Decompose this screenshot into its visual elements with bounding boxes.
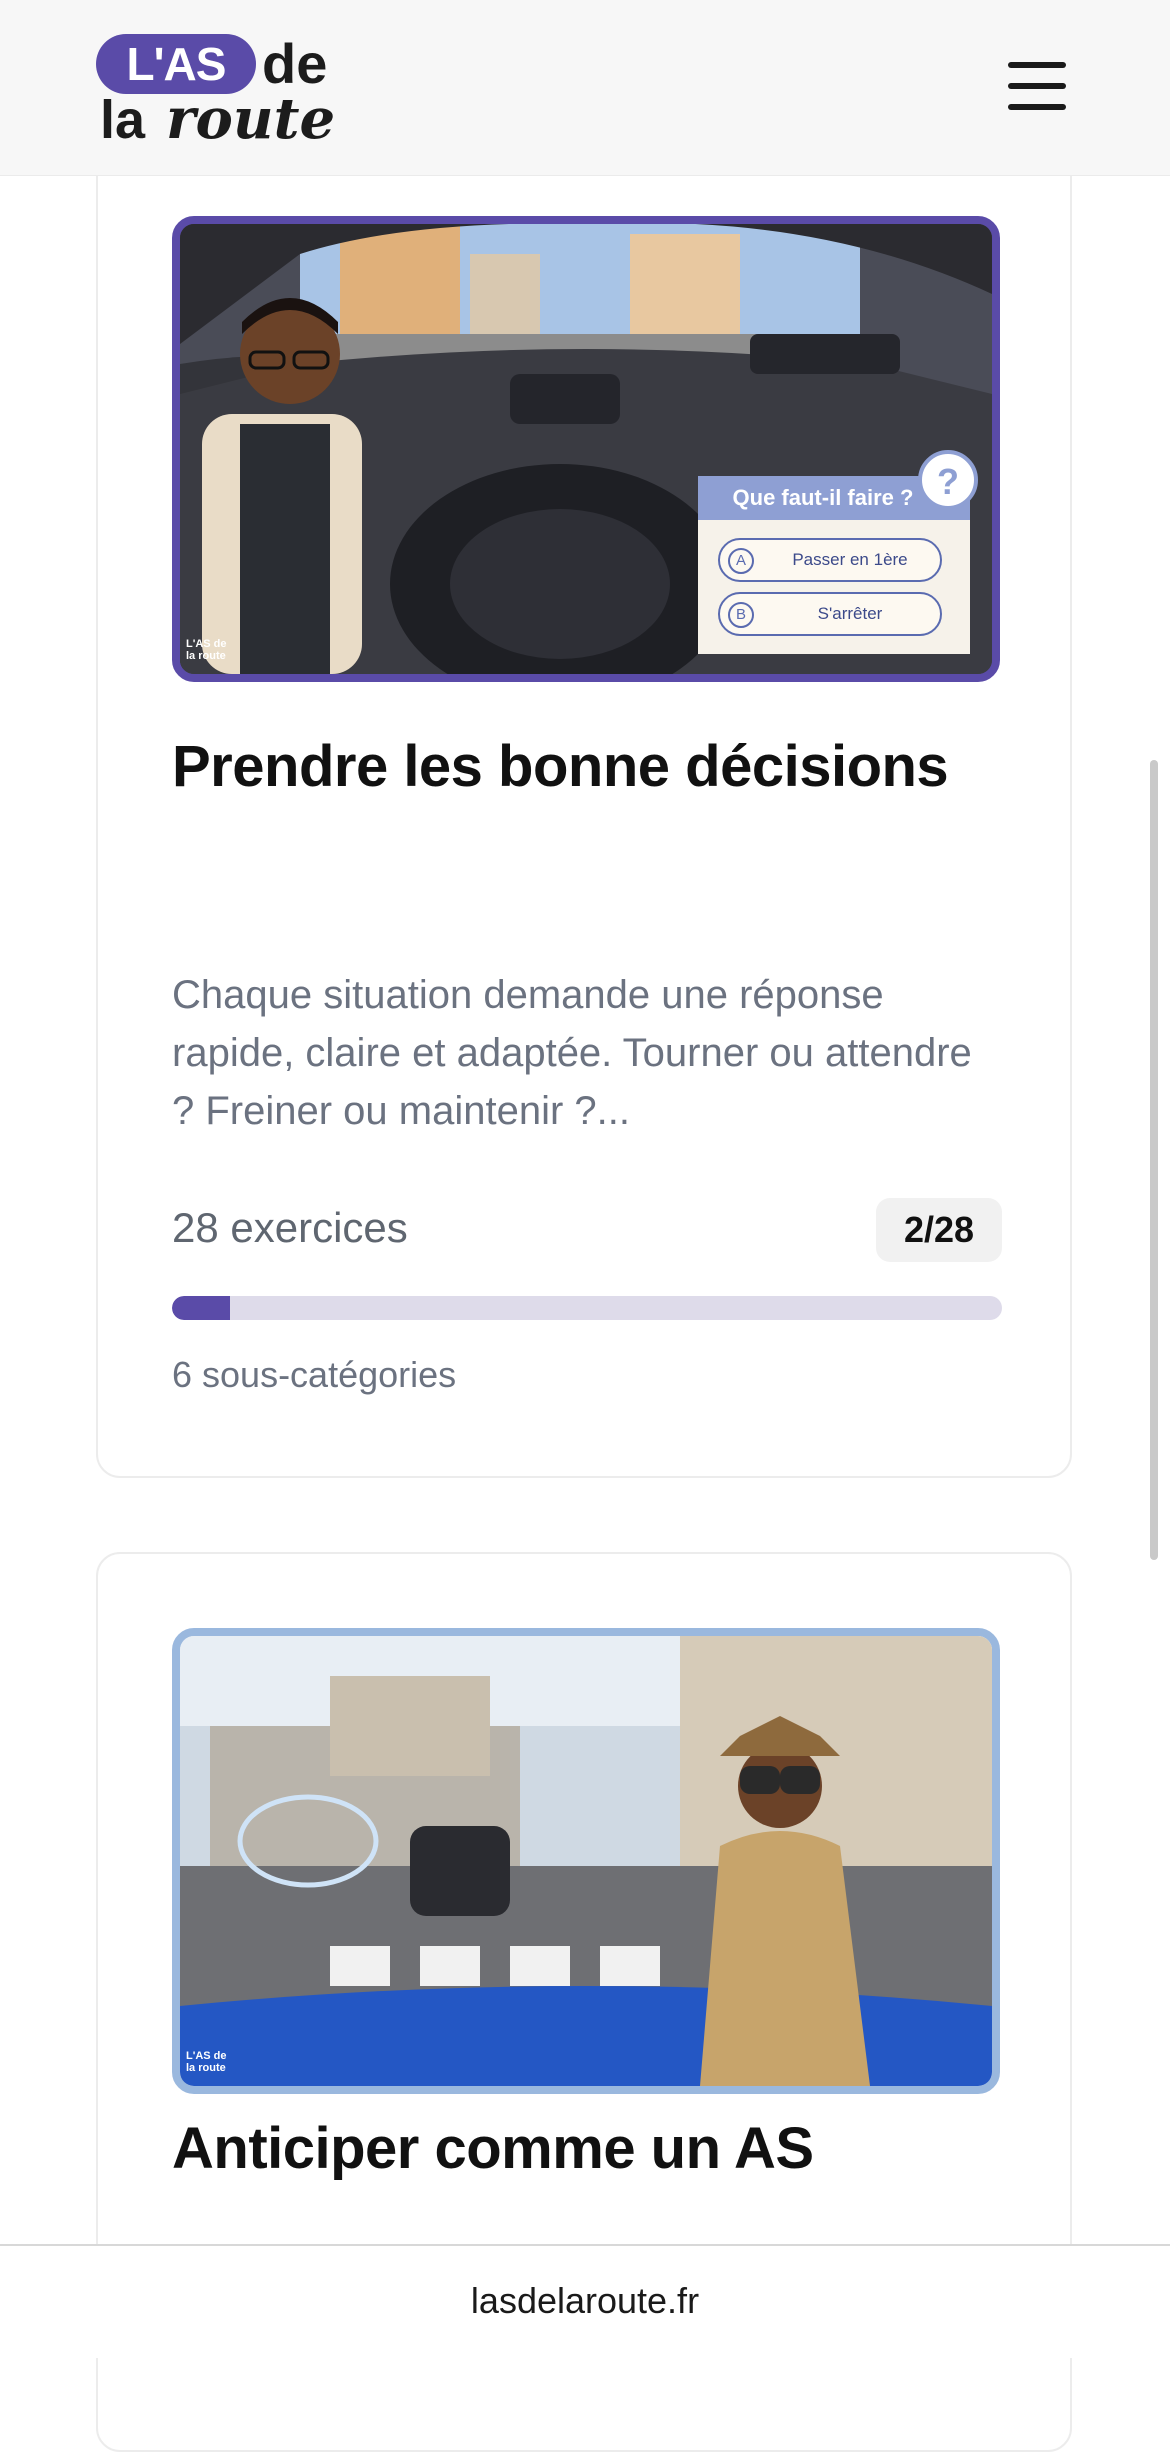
address-bar[interactable]: lasdelaroute.fr xyxy=(0,2244,1170,2358)
street-scene-illustration xyxy=(180,1636,992,2086)
watermark-bottom: la route xyxy=(186,650,226,662)
quiz-option-b: B S'arrêter xyxy=(718,592,942,636)
quiz-title-text: Que faut-il faire ? xyxy=(732,485,914,510)
watermark-top: L'AS de xyxy=(186,2050,227,2062)
menu-bar xyxy=(1008,104,1066,110)
site-logo[interactable]: L'AS de la route xyxy=(96,32,346,152)
exercise-count: 28 exercices xyxy=(172,1204,408,1251)
image-watermark: L'AS de la route xyxy=(186,638,227,662)
image-watermark: L'AS de la route xyxy=(186,2050,227,2074)
watermark-top: L'AS de xyxy=(186,638,227,650)
option-b-letter: B xyxy=(728,602,754,628)
card-title: Anticiper comme un AS xyxy=(172,2116,814,2181)
card-description: Chaque situation demande une réponse rap… xyxy=(172,973,972,1133)
progress-bar xyxy=(172,1296,1002,1320)
app-header: L'AS de la route xyxy=(0,0,1170,176)
logo-pill: L'AS xyxy=(96,34,256,94)
progress-bar-fill xyxy=(172,1296,231,1320)
menu-bar xyxy=(1008,62,1066,68)
quiz-option-a: A Passer en 1ère xyxy=(718,538,942,582)
option-b-text: S'arrêter xyxy=(817,604,883,623)
category-card[interactable]: ? Que faut-il faire ? A Passer en 1ère B… xyxy=(96,100,1072,1478)
logo-la: la xyxy=(100,90,146,150)
card-title: Prendre les bonne décisions xyxy=(172,734,949,799)
subcategory-count: 6 sous-catégories xyxy=(172,1354,457,1395)
menu-bar xyxy=(1008,83,1066,89)
logo-route: route xyxy=(166,86,336,152)
scrollbar[interactable] xyxy=(1150,760,1158,1560)
option-a-text: Passer en 1ère xyxy=(792,550,908,569)
watermark-bottom: la route xyxy=(186,2062,226,2074)
category-thumbnail: ? Que faut-il faire ? A Passer en 1ère B… xyxy=(172,216,1000,682)
category-thumbnail: L'AS de la route xyxy=(172,1628,1000,2094)
url-text: lasdelaroute.fr xyxy=(470,2280,700,2321)
hamburger-menu-icon[interactable] xyxy=(1008,60,1066,112)
progress-badge: 2/28 xyxy=(876,1198,1002,1262)
option-a-letter: A xyxy=(728,548,754,574)
